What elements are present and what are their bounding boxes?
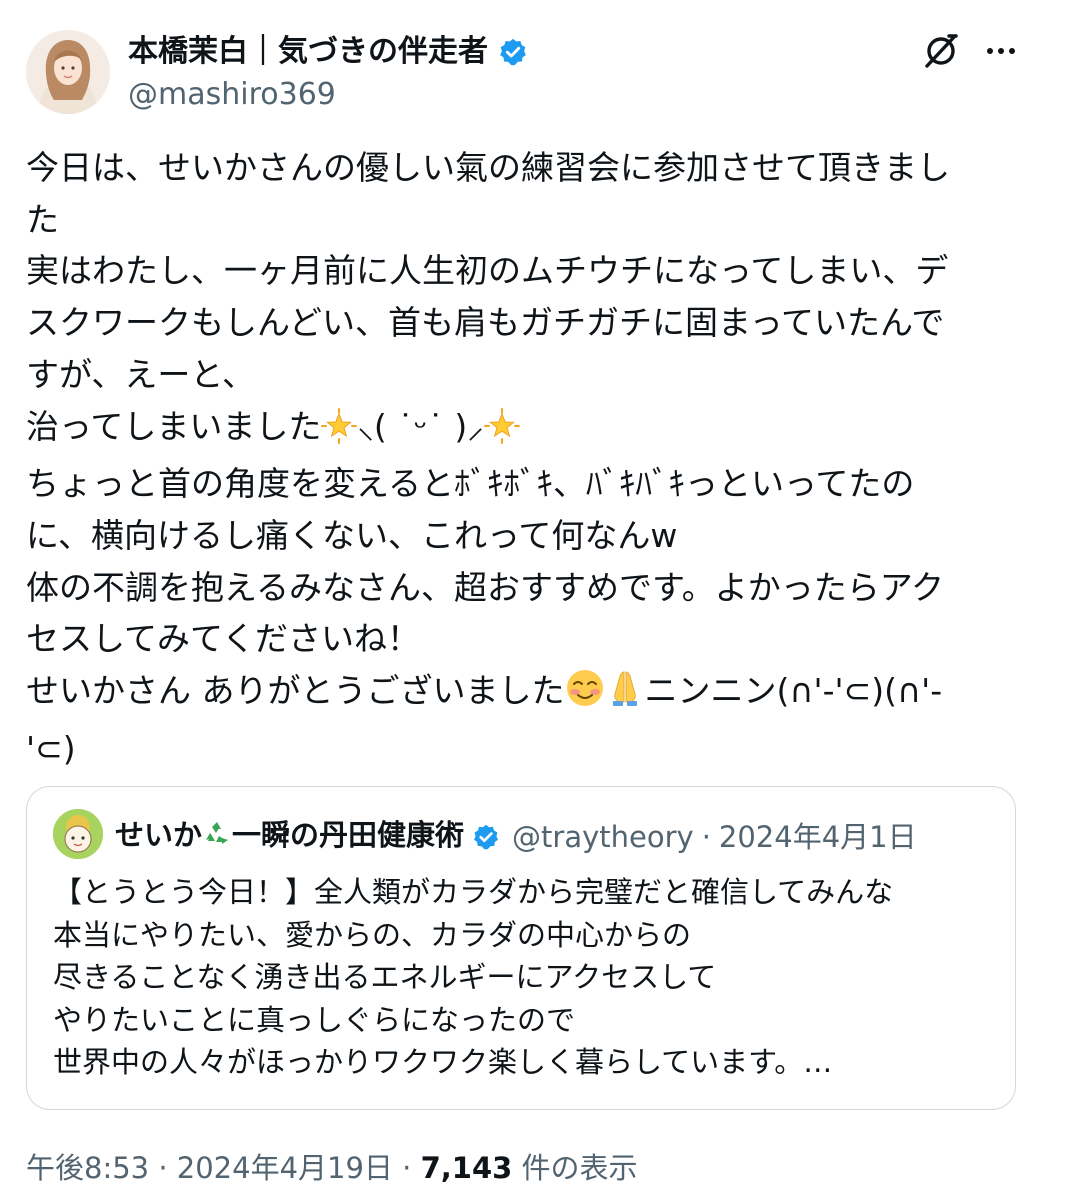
tweet-line: 今日は、せいかさんの優しい氣の練習会に参加させて頂きまし (26, 148, 950, 187)
quoted-date[interactable]: 2024年4月1日 (719, 817, 917, 857)
recycling-icon (202, 819, 232, 859)
tweet-line: 治ってしまいました ⸜( ˙ᵕ˙ )⸝ (26, 401, 1026, 459)
separator-dot: · (158, 1151, 168, 1185)
niniin-text: ニンニン(∩'-'⊂)(∩'- (644, 671, 943, 711)
quoted-avatar-image (53, 809, 103, 859)
tweet-line-text: せいかさん ありがとうございました (26, 671, 565, 711)
tweet-line: ちょっと首の角度を変えるとﾎﾞｷﾎﾞｷ、ﾊﾞｷﾊﾞｷっといってたの (26, 464, 915, 504)
view-count[interactable]: 7,143 (421, 1151, 513, 1185)
quoted-line: 【とうとう今日！】全人類がカラダから完璧だと確信してみんな (53, 875, 894, 909)
tweet-meta: 午後8:53 · 2024年4月19日 · 7,143 件の表示 (26, 1148, 638, 1188)
tweet-line: 実はわたし、一ヶ月前に人生初のムチウチになってしまい、デ (26, 251, 949, 291)
tweet-line: すが、えーと、 (26, 354, 256, 394)
author-avatar-image (26, 30, 110, 114)
author-display-name[interactable]: 本橋茉白｜気づきの伴走者 (128, 32, 488, 72)
author-avatar[interactable] (26, 30, 110, 114)
glowing-star-icon (321, 407, 358, 459)
tweet-line: セスしてみてくださいね！ (26, 619, 421, 659)
quoted-name-part2: 一瞬の丹田健康術 (232, 818, 465, 852)
quoted-line: 世界中の人々がほっかりワクワク楽しく暮らしています。… (53, 1045, 833, 1080)
glowing-star-icon (483, 407, 520, 459)
tweet-line-text: 治ってしまいました (26, 406, 322, 446)
author-name-row[interactable]: 本橋茉白｜気づきの伴走者 (128, 32, 528, 72)
view-count-label: 件の表示 (521, 1151, 638, 1185)
quoted-line: 尽きることなく湧き出るエネルギーにアクセスして (53, 960, 717, 995)
folded-hands-icon (605, 668, 645, 723)
tweet-body: 今日は、せいかさんの優しい氣の練習会に参加させて頂きまし た 実はわたし、一ヶ月… (26, 142, 1026, 774)
author-handle[interactable]: @mashiro369 (128, 76, 336, 114)
separator-dot: · (402, 1151, 412, 1185)
kaomoji: ⸜( ˙ᵕ˙ )⸝ (357, 406, 484, 446)
quoted-name-part1: せいか (115, 818, 203, 852)
quoted-body: 【とうとう今日！】全人類がカラダから完璧だと確信してみんな 本当にやりたい、愛か… (53, 871, 1003, 1084)
quoted-line: 本当にやりたい、愛からの、カラダの中心からの (53, 917, 692, 952)
tweet-line: 体の不調を抱えるみなさん、超おすすめです。よかったらアク (26, 567, 945, 607)
tweet-header: 本橋茉白｜気づきの伴走者 @mashiro369 (0, 0, 1069, 130)
tweet-line: '⊂) (26, 728, 76, 768)
verified-badge-icon (472, 823, 500, 851)
quoted-header: せいか 一瞬の丹田健康術 @traytheory · 2024年4月1日 (115, 815, 917, 859)
tweet-line: に、横向けるし痛くない、これって何なんw (26, 515, 678, 555)
grok-icon[interactable] (920, 30, 962, 72)
quoted-tweet-card[interactable]: せいか 一瞬の丹田健康術 @traytheory · 2024年4月1日 【とうと… (26, 786, 1016, 1110)
quoted-handle[interactable]: @traytheory (512, 817, 694, 857)
quoted-author-avatar[interactable] (53, 809, 103, 859)
separator-dot: · (701, 820, 711, 854)
tweet-line: た (26, 199, 59, 239)
smiling-blush-face-icon (565, 668, 605, 723)
tweet-time[interactable]: 午後8:53 (26, 1151, 149, 1185)
quoted-line: やりたいことに真っしぐらになったので (53, 1002, 576, 1037)
more-options-icon[interactable] (980, 30, 1022, 72)
tweet-line: せいかさん ありがとうございました ニンニン(∩'-'⊂)(∩'- (26, 665, 1026, 723)
verified-badge-icon (498, 37, 528, 67)
tweet-line: スクワークもしんどい、首も肩もガチガチに固まっていたんで (26, 303, 945, 343)
quoted-display-name[interactable]: せいか 一瞬の丹田健康術 (115, 815, 464, 859)
tweet-date[interactable]: 2024年4月19日 (177, 1151, 393, 1185)
